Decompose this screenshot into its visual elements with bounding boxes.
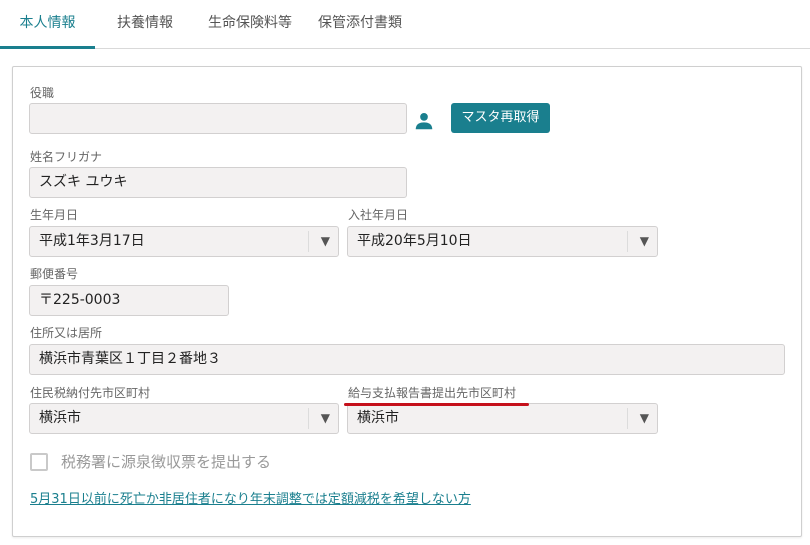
birth-date-select[interactable]: 平成1年3月17日 ▼ <box>29 226 339 257</box>
address-label: 住所又は居所 <box>30 326 103 340</box>
resident-tax-city-label: 住民税納付先市区町村 <box>30 386 151 400</box>
withholding-slip-checkbox-label[interactable]: 税務署に源泉徴収票を提出する <box>61 452 271 472</box>
position-label: 役職 <box>30 86 55 100</box>
resident-tax-city-value: 横浜市 <box>39 410 81 426</box>
tab-dependents[interactable]: 扶養情報 <box>104 0 186 49</box>
select-divider <box>627 231 628 252</box>
postal-code-label: 郵便番号 <box>30 267 79 281</box>
withholding-slip-checkbox[interactable] <box>30 453 48 471</box>
name-kana-field[interactable]: スズキ ユウキ <box>29 167 407 198</box>
resident-tax-city-select[interactable]: 横浜市 ▼ <box>29 403 339 434</box>
name-kana-label: 姓名フリガナ <box>30 150 103 164</box>
tab-personal-info[interactable]: 本人情報 <box>0 0 95 49</box>
select-divider <box>308 231 309 252</box>
hire-date-label: 入社年月日 <box>348 208 409 222</box>
refetch-master-button[interactable]: マスタ再取得 <box>451 103 550 133</box>
chevron-down-icon: ▼ <box>320 234 330 248</box>
chevron-down-icon: ▼ <box>639 411 649 425</box>
salary-report-city-label: 給与支払報告書提出先市区町村 <box>348 386 517 400</box>
salary-report-city-select[interactable]: 横浜市 ▼ <box>347 403 658 434</box>
tab-attached-documents[interactable]: 保管添付書類 <box>308 0 412 49</box>
birth-date-value: 平成1年3月17日 <box>39 233 145 249</box>
position-field[interactable] <box>29 103 407 134</box>
salary-report-city-value: 横浜市 <box>357 410 399 426</box>
chevron-down-icon: ▼ <box>320 411 330 425</box>
birth-date-label: 生年月日 <box>30 208 79 222</box>
hire-date-select[interactable]: 平成20年5月10日 ▼ <box>347 226 658 257</box>
deceased-nonresident-link[interactable]: 5月31日以前に死亡か非居住者になり年末調整では定額減税を希望しない方 <box>30 491 471 508</box>
select-divider <box>627 408 628 429</box>
hire-date-value: 平成20年5月10日 <box>357 233 472 249</box>
highlight-underline <box>344 403 529 406</box>
person-icon[interactable] <box>413 110 435 132</box>
tab-bar: 本人情報 扶養情報 生命保険料等 保管添付書類 <box>0 0 810 49</box>
address-field[interactable]: 横浜市青葉区１丁目２番地３ <box>29 344 785 375</box>
chevron-down-icon: ▼ <box>639 234 649 248</box>
select-divider <box>308 408 309 429</box>
postal-code-field[interactable]: 〒225-0003 <box>29 285 229 316</box>
active-tab-indicator <box>0 46 95 49</box>
tab-life-insurance[interactable]: 生命保険料等 <box>198 0 302 49</box>
